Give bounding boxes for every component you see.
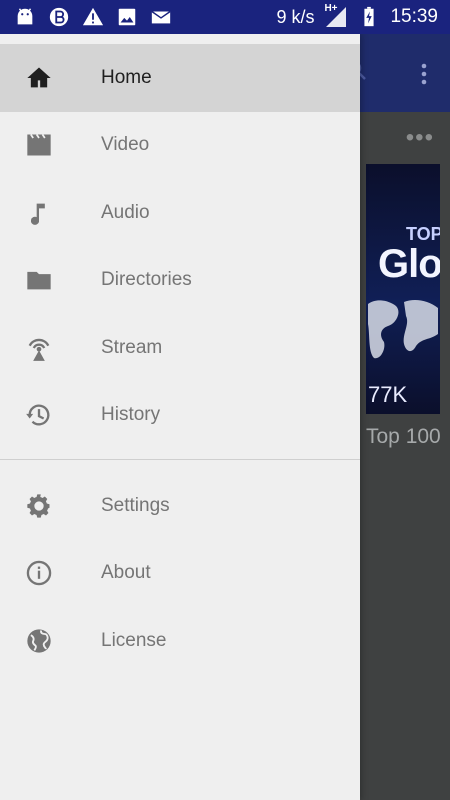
thumbnail-background (366, 164, 440, 414)
info-icon (26, 561, 52, 586)
video-title[interactable]: Top 100 (366, 425, 441, 449)
drawer-item-history[interactable]: History (0, 382, 360, 450)
view-count: 77K (368, 382, 408, 407)
world-map-graphic (368, 300, 438, 359)
b-badge-icon (49, 7, 69, 27)
history-icon (26, 404, 50, 426)
home-icon (27, 67, 51, 88)
status-bar: 9 k/s H+ 15:39 (0, 0, 450, 34)
drawer-item-label: Home (101, 66, 152, 88)
settings-gear-icon (27, 494, 50, 518)
network-speed: 9 k/s (276, 6, 315, 27)
clock: 15:39 (390, 6, 438, 27)
android-icon (17, 8, 33, 25)
battery-charging-icon (364, 6, 375, 27)
drawer-item-label: Stream (101, 336, 163, 358)
drawer-top-spacer (0, 34, 360, 44)
drawer-item-label: Audio (101, 201, 150, 223)
warning-icon (82, 7, 104, 26)
folder-icon (27, 272, 51, 290)
drawer-item-directories[interactable]: Directories (0, 247, 360, 315)
drawer-divider (0, 459, 360, 460)
thumbnail-text-main: Glo (378, 242, 440, 286)
drawer-item-label: About (101, 562, 151, 584)
more-options-icon[interactable]: ••• (398, 124, 434, 151)
video-clapper-icon (27, 134, 51, 156)
image-icon (118, 8, 136, 26)
drawer-item-license[interactable]: License (0, 607, 360, 675)
drawer-item-label: History (101, 404, 161, 426)
drawer-item-label: License (101, 629, 167, 651)
signal-icon: H+ (324, 3, 348, 29)
video-thumbnail[interactable]: TOP Glo 77K (366, 164, 440, 414)
drawer-item-label: Video (101, 134, 150, 156)
drawer-item-stream[interactable]: Stream (0, 314, 360, 382)
stream-antenna-icon (28, 338, 50, 361)
drawer-item-about[interactable]: About (0, 540, 360, 608)
music-note-icon (30, 203, 45, 225)
mail-icon (151, 10, 171, 24)
drawer-item-settings[interactable]: Settings (0, 472, 360, 540)
drawer-item-video[interactable]: Video (0, 112, 360, 180)
overflow-menu-icon[interactable] (420, 62, 428, 86)
globe-icon (27, 629, 51, 653)
drawer-item-audio[interactable]: Audio (0, 179, 360, 247)
drawer-item-label: Directories (101, 269, 192, 291)
navigation-drawer: Home Video Audio Directories Stream Hist… (0, 34, 360, 800)
drawer-item-label: Settings (101, 494, 170, 516)
drawer-item-home[interactable]: Home (0, 44, 360, 112)
